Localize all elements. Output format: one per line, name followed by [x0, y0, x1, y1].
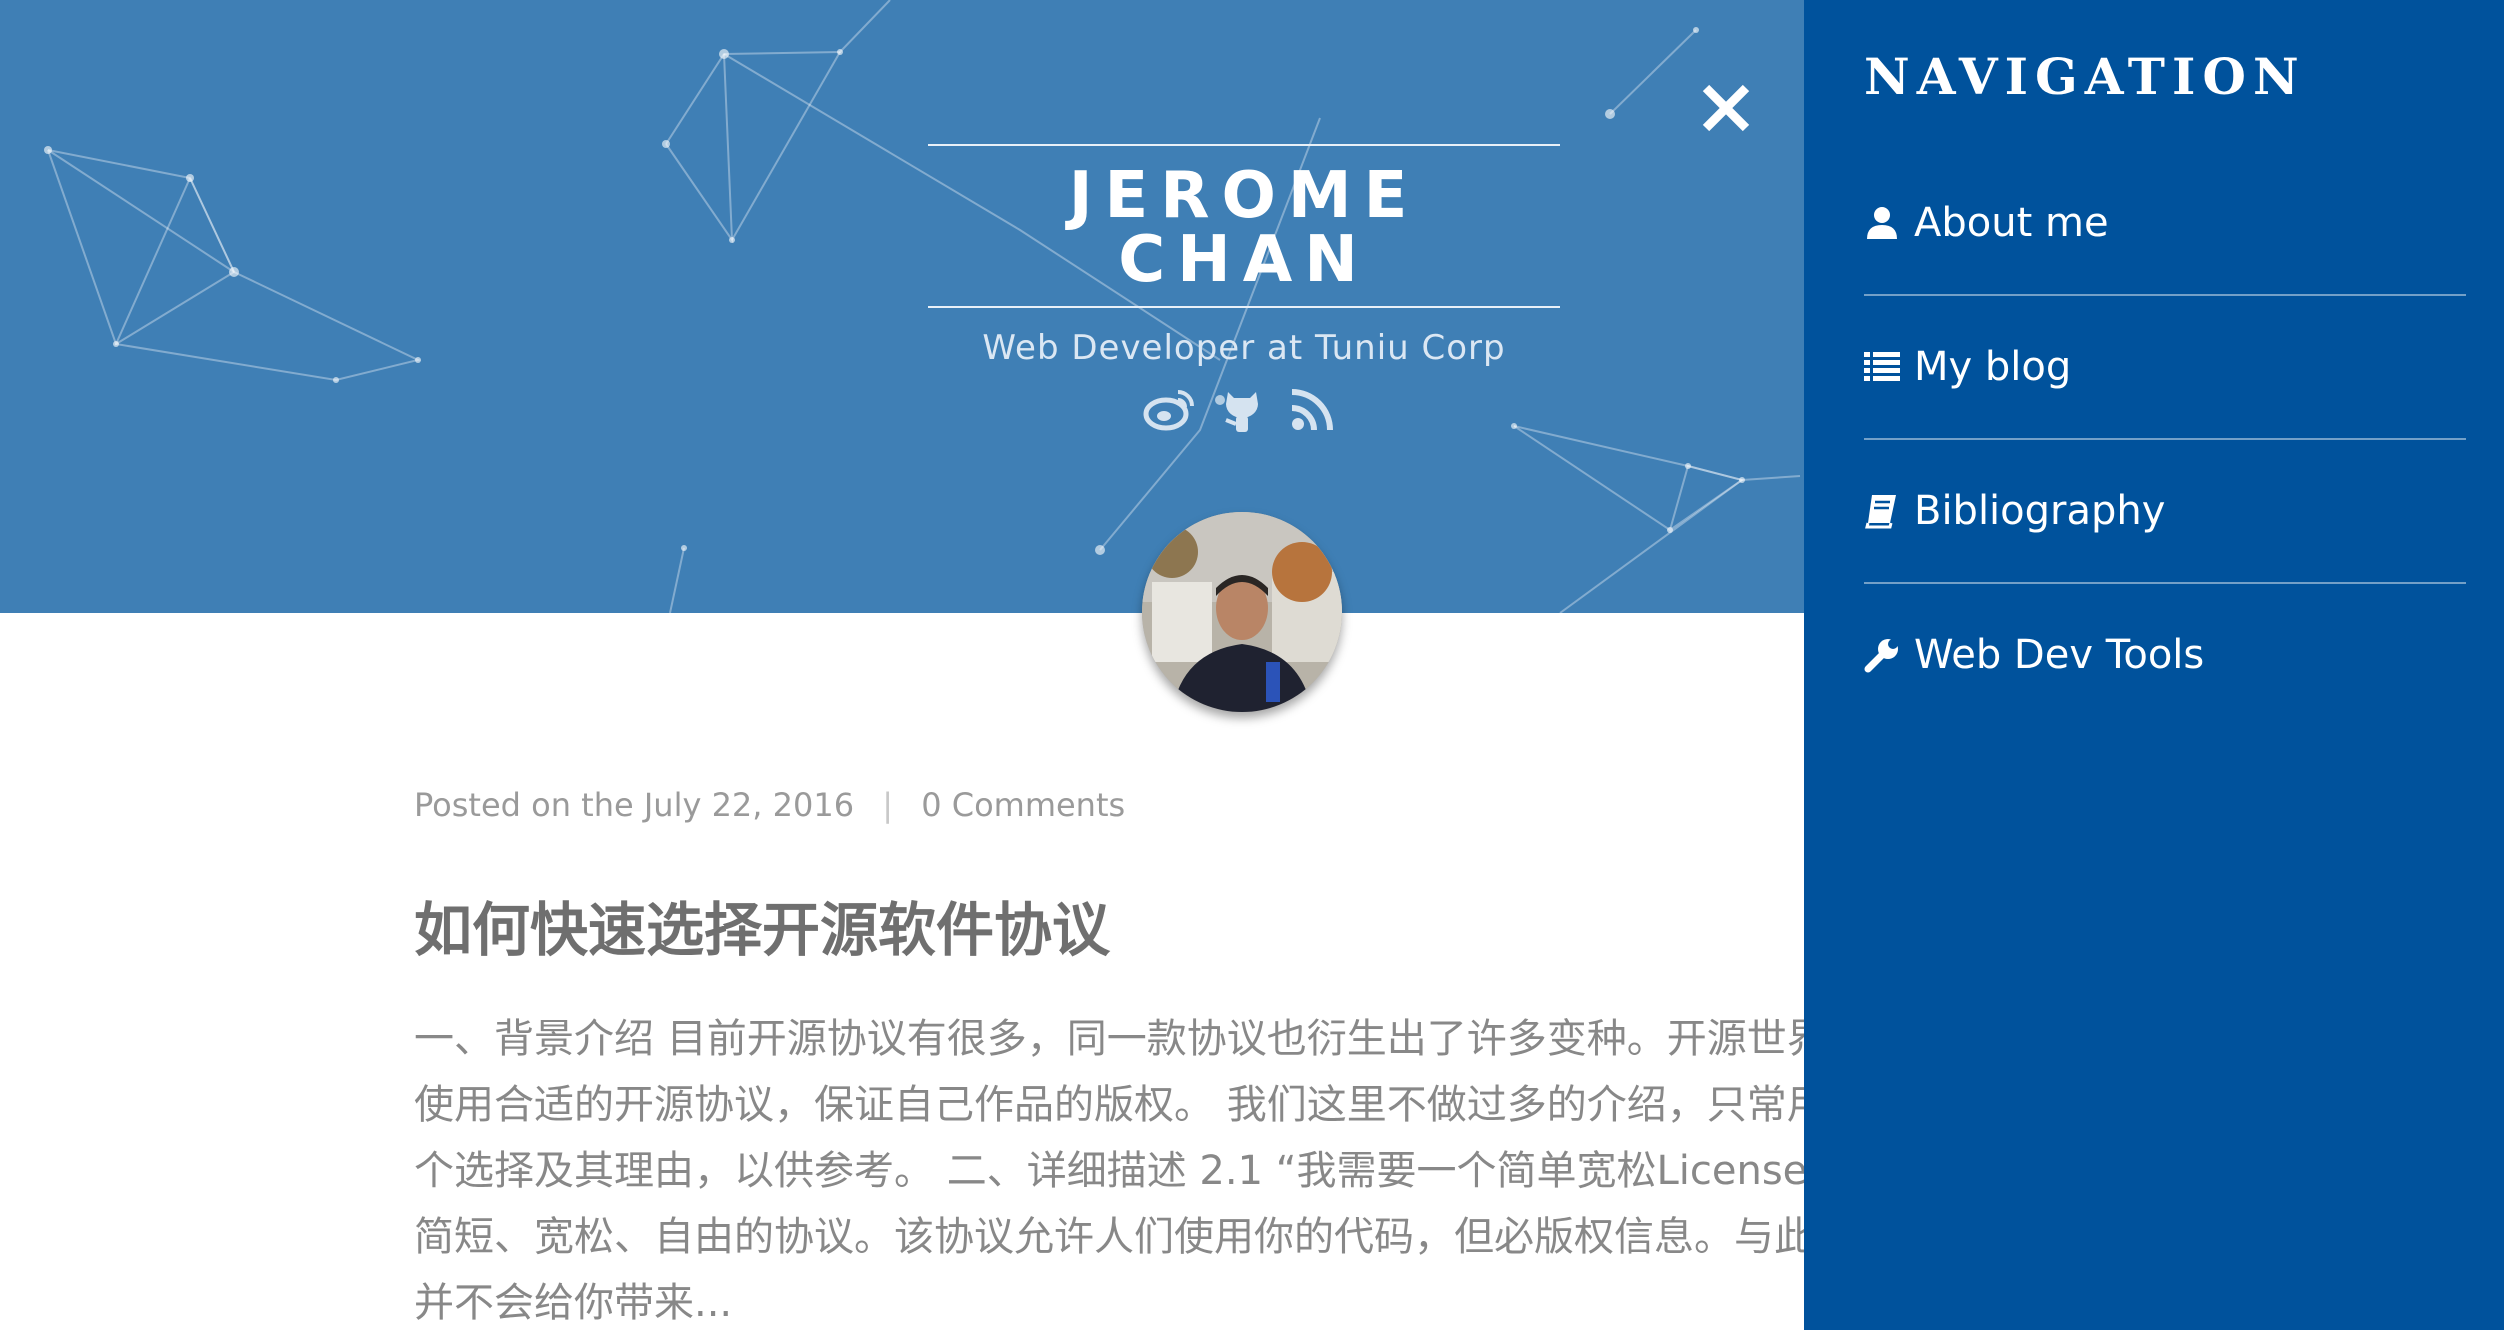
user-icon	[1867, 207, 1897, 239]
site-branding: JEROME CHAN Web Developer at Tuniu Corp	[928, 144, 1560, 368]
avatar[interactable]	[1142, 512, 1342, 712]
post-title[interactable]: 如何快速选择开源软件协议	[414, 896, 1814, 966]
weibo-icon[interactable]	[1142, 380, 1198, 436]
nav-item-about-me[interactable]: About me	[1864, 152, 2466, 296]
list-icon	[1864, 352, 1900, 381]
nav-item-bibliography[interactable]: Bibliography	[1864, 440, 2466, 584]
book-icon	[1865, 495, 1896, 529]
post-meta: Posted on the July 22, 2016 | 0 Comments	[414, 786, 1814, 824]
blog-post: Posted on the July 22, 2016 | 0 Comments…	[414, 786, 1934, 1336]
nav-item-web-dev-tools[interactable]: Web Dev Tools	[1864, 584, 2466, 726]
close-icon[interactable]	[1698, 80, 1754, 136]
nav-label-bibliography: Bibliography	[1914, 488, 2166, 534]
github-icon[interactable]	[1214, 380, 1270, 436]
nav-label-my-blog: My blog	[1914, 344, 2072, 390]
nav-label-about-me: About me	[1914, 200, 2109, 246]
site-subtitle: Web Developer at Tuniu Corp	[982, 328, 1506, 368]
wrench-icon	[1864, 639, 1898, 673]
post-excerpt: 一、背景介绍 目前开源协议有很多，同一款协议也衍生出了许多变种。开源世界可以使用…	[414, 1015, 1934, 1326]
avatar-photo	[1142, 512, 1342, 712]
social-links	[1142, 380, 1342, 436]
navigation-title: NAVIGATION	[1864, 47, 2306, 106]
post-date: Posted on the July 22, 2016	[414, 786, 855, 824]
navigation-drawer: NAVIGATION About me My blog Bibliography…	[1804, 0, 2504, 1330]
rss-icon[interactable]	[1286, 380, 1342, 436]
title-bottom-rule	[928, 306, 1560, 308]
nav-item-my-blog[interactable]: My blog	[1864, 296, 2466, 440]
comments-link[interactable]: 0 Comments	[921, 786, 1125, 824]
meta-separator: |	[882, 786, 894, 824]
nav-label-web-dev-tools: Web Dev Tools	[1914, 632, 2205, 678]
nav-list: About me My blog Bibliography Web Dev To…	[1864, 152, 2466, 726]
site-title[interactable]: JEROME CHAN	[928, 146, 1560, 306]
